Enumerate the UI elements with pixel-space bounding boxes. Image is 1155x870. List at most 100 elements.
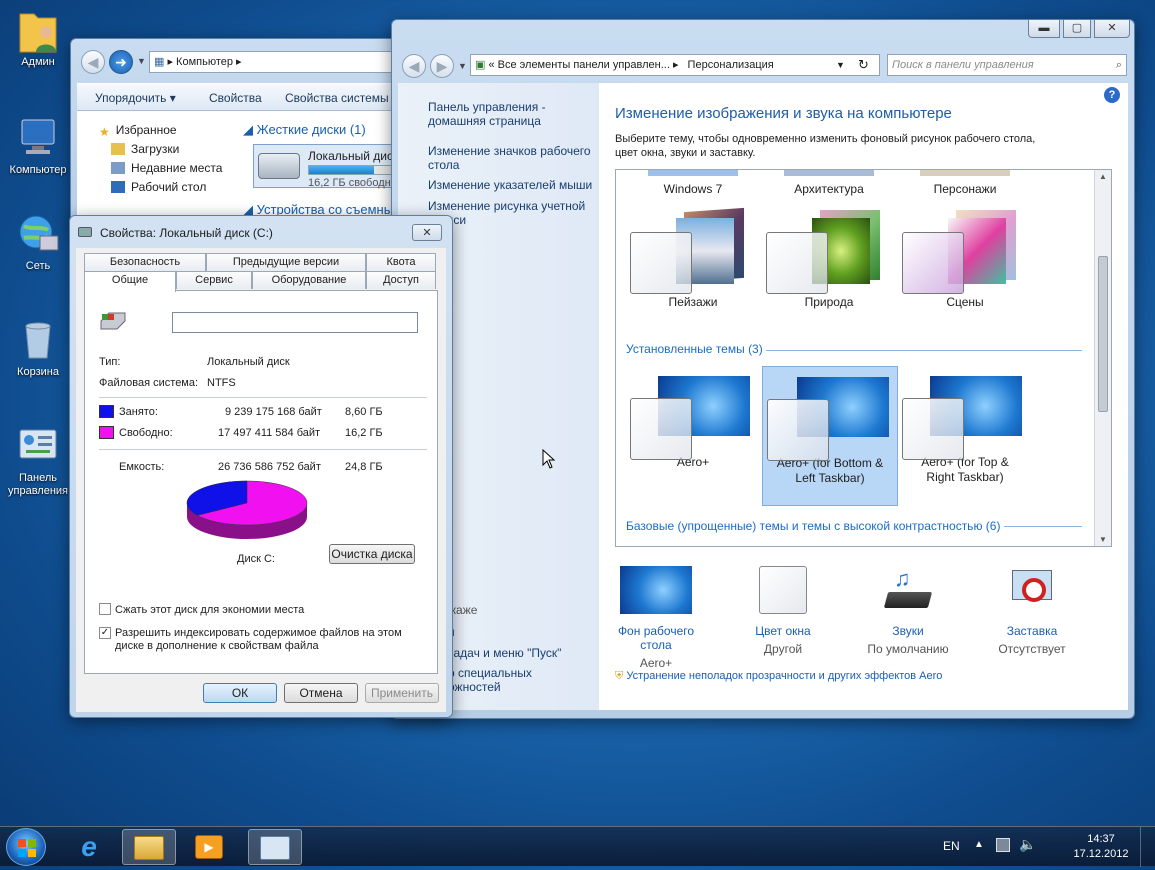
taskbar-explorer[interactable]: [122, 829, 176, 865]
control-panel-small-icon: ▣: [475, 59, 486, 71]
breadcrumb-parent[interactable]: « Все элементы панели управлен...: [488, 59, 669, 71]
language-indicator[interactable]: EN: [943, 839, 960, 853]
desktop-icon-recycle-bin[interactable]: Корзина: [0, 318, 76, 379]
theme-characters[interactable]: Персонажи: [900, 170, 1030, 196]
tab-security[interactable]: Безопасность: [84, 253, 206, 271]
volume-name-input[interactable]: [172, 312, 418, 333]
left-bottom-text-4[interactable]: р специальных ожностей: [448, 666, 538, 694]
nav-desktop[interactable]: Рабочий стол: [111, 180, 206, 194]
left-bottom-text-3[interactable]: задач и меню "Пуск": [448, 646, 561, 660]
taskbar-media-player[interactable]: ▶: [182, 829, 236, 865]
maximize-button[interactable]: ▢: [1063, 20, 1091, 38]
properties-button[interactable]: Свойства: [209, 91, 262, 105]
back-button[interactable]: ◀: [81, 50, 105, 74]
taskbar-control-panel[interactable]: [248, 829, 302, 865]
address-dropdown-icon[interactable]: ▼: [836, 60, 845, 70]
explorer-address-bar[interactable]: ▦ ▸ Компьютер ▸: [149, 51, 411, 73]
apply-button[interactable]: Применить: [365, 683, 439, 703]
desktop-icon-control-panel[interactable]: Панель управления: [0, 424, 76, 498]
scroll-up-icon[interactable]: ▲: [1099, 172, 1107, 181]
system-properties-button[interactable]: Свойства системы: [285, 91, 389, 105]
star-icon: ★: [99, 125, 110, 139]
history-dropdown-icon[interactable]: ▼: [458, 61, 467, 71]
local-disk-item[interactable]: Локальный диск 16,2 ГБ свободно: [253, 144, 418, 189]
explorer-body: ★ Избранное Загрузки Недавние места Рабоч…: [77, 111, 418, 227]
link-cp-home[interactable]: Панель управления - домашняя страница: [428, 100, 548, 128]
nav-favorites[interactable]: ★ Избранное: [99, 123, 177, 139]
themes-list[interactable]: Windows 7 Архитектура Персонажи Пейзажи: [615, 169, 1112, 547]
search-icon[interactable]: ⌕: [1116, 55, 1122, 75]
theme-architecture[interactable]: Архитектура: [764, 170, 894, 196]
back-button[interactable]: ◀: [402, 54, 426, 78]
ok-button[interactable]: ОК: [203, 683, 277, 703]
theme-aero-plus[interactable]: Aero+: [628, 370, 758, 469]
index-checkbox[interactable]: ✓ Разрешить индексировать содержимое фай…: [99, 627, 419, 653]
forward-button[interactable]: ▶: [430, 54, 454, 78]
show-desktop-button[interactable]: [1140, 827, 1155, 867]
start-button[interactable]: [6, 828, 46, 866]
network-tray-icon[interactable]: [996, 838, 1010, 852]
close-button[interactable]: ✕: [1094, 20, 1130, 38]
scroll-thumb[interactable]: [1098, 256, 1108, 412]
window-color-item[interactable]: Цвет окна Другой: [728, 566, 838, 656]
checkbox-unchecked[interactable]: [99, 603, 111, 615]
theme-landscapes[interactable]: Пейзажи: [628, 207, 758, 309]
network-globe-icon: [16, 212, 60, 256]
link-desktop-icons[interactable]: Изменение значков рабочего стола: [428, 144, 598, 172]
checkbox-checked[interactable]: ✓: [99, 627, 111, 639]
drive-free-text: 16,2 ГБ свободно: [308, 177, 397, 189]
sounds-item[interactable]: ♫ Звуки По умолчанию: [853, 566, 963, 656]
screensaver-item[interactable]: Заставка Отсутствует: [977, 566, 1087, 656]
divider: [99, 449, 427, 450]
disk-cleanup-button[interactable]: Очистка диска: [329, 544, 415, 564]
link-mouse-pointers[interactable]: Изменение указателей мыши: [428, 178, 598, 192]
tab-quota[interactable]: Квота: [366, 253, 436, 271]
themes-scrollbar[interactable]: ▲ ▼: [1094, 170, 1111, 546]
section-divider: [1004, 526, 1082, 527]
group-hard-disks[interactable]: ◢ Жесткие диски (1): [243, 122, 366, 138]
desktop-icon-computer[interactable]: Компьютер: [0, 116, 76, 177]
cp-search-input[interactable]: Поиск в панели управления ⌕: [887, 54, 1127, 76]
tab-hardware[interactable]: Оборудование: [252, 271, 366, 289]
theme-windows7[interactable]: Windows 7: [628, 170, 758, 196]
theme-aero-plus-bottom-left[interactable]: Aero+ (for Bottom & Left Taskbar): [762, 366, 898, 506]
troubleshoot-link[interactable]: ⛨ Устранение неполадок прозрачности и др…: [615, 670, 942, 683]
organize-button[interactable]: Упорядочить ▾: [95, 91, 176, 105]
cancel-button[interactable]: Отмена: [284, 683, 358, 703]
taskbar-ie[interactable]: e: [62, 829, 116, 865]
tab-sharing[interactable]: Доступ: [366, 271, 436, 289]
desktop-background-item[interactable]: Фон рабочего стола Aero+: [601, 566, 711, 670]
help-icon[interactable]: ?: [1104, 87, 1120, 103]
desktop-icon-network[interactable]: Сеть: [0, 212, 76, 273]
installed-themes-header[interactable]: Установленные темы (3): [626, 342, 763, 356]
filesystem-value: NTFS: [207, 377, 236, 389]
theme-scenes[interactable]: Сцены: [900, 210, 1030, 309]
history-dropdown-icon[interactable]: ▼: [137, 56, 146, 66]
clock[interactable]: 14:37 17.12.2012: [1056, 832, 1146, 862]
compress-checkbox[interactable]: Сжать этот диск для экономии места: [99, 603, 304, 616]
tab-previous-versions[interactable]: Предыдущие версии: [206, 253, 366, 271]
tab-general[interactable]: Общие: [84, 271, 176, 292]
explorer-window[interactable]: ◀ ➜ ▼ ▦ ▸ Компьютер ▸ Упорядочить ▾ Свой…: [70, 38, 418, 228]
show-hidden-icons[interactable]: ▲: [974, 839, 984, 850]
desktop-icon-admin[interactable]: Админ: [0, 8, 76, 69]
tab-tools[interactable]: Сервис: [176, 271, 252, 289]
theme-aero-plus-top-right[interactable]: Aero+ (for Top & Right Taskbar): [900, 370, 1030, 485]
desktop-icon-label: Панель управления: [8, 472, 68, 497]
minimize-button[interactable]: ▬: [1028, 20, 1060, 38]
volume-tray-icon[interactable]: 🔈: [1019, 836, 1036, 853]
personalization-window[interactable]: ▬ ▢ ✕ ◀ ▶ ▼ ▣ « Все элементы панели упра…: [391, 19, 1135, 719]
close-button[interactable]: ✕: [412, 224, 442, 241]
refresh-icon[interactable]: ↻: [858, 57, 869, 73]
forward-button[interactable]: ➜: [109, 50, 133, 74]
control-panel-icon: [16, 424, 60, 468]
breadcrumb-current[interactable]: Персонализация: [688, 59, 774, 71]
link-account-picture[interactable]: Изменение рисунка учетной записи: [428, 199, 598, 227]
nav-downloads[interactable]: Загрузки: [111, 142, 179, 156]
disk-properties-dialog[interactable]: Свойства: Локальный диск (C:) ✕ Безопасн…: [69, 215, 453, 718]
scroll-down-icon[interactable]: ▼: [1099, 535, 1107, 544]
basic-themes-header[interactable]: Базовые (упрощенные) темы и темы с высок…: [626, 519, 1000, 533]
nav-recent-places[interactable]: Недавние места: [111, 161, 222, 175]
theme-nature[interactable]: Природа: [764, 210, 894, 309]
cp-address-bar[interactable]: ▣ « Все элементы панели управлен... ▸ Пе…: [470, 54, 880, 76]
